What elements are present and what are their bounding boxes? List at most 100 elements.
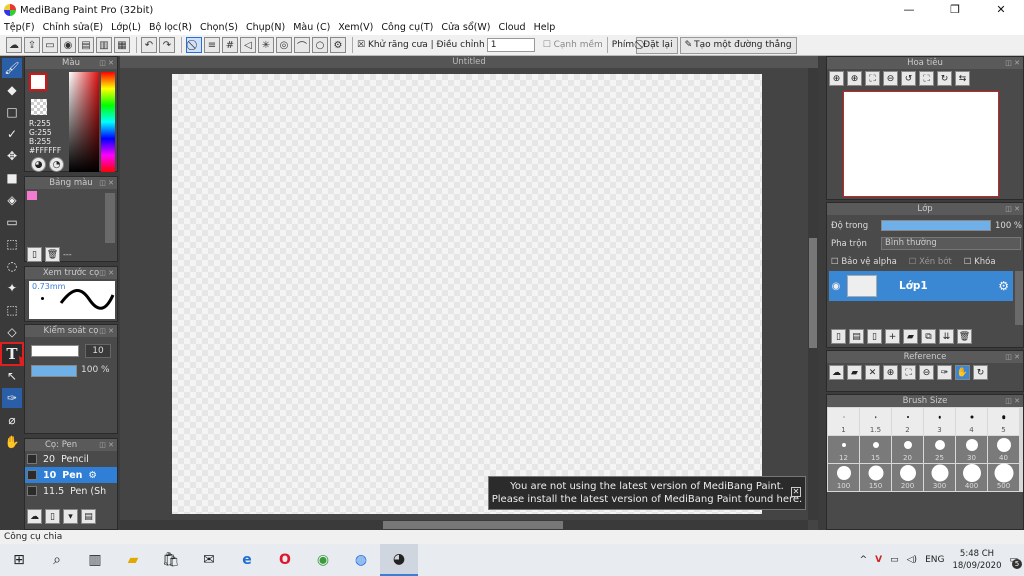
notification-icon[interactable]: ▭5 <box>1009 555 1022 569</box>
eyedropper-tool-icon[interactable]: ⌀ <box>2 410 22 430</box>
dot-tool-icon[interactable]: ✓ <box>2 124 22 144</box>
protect-alpha-checkbox[interactable]: ☐ Bảo vệ alpha <box>831 257 897 267</box>
antialias-checkbox[interactable]: ☒ <box>357 40 368 50</box>
lasso-tool-icon[interactable]: ◌ <box>2 256 22 276</box>
magic-wand-tool-icon[interactable]: ✦ <box>2 278 22 298</box>
page-icon[interactable]: ▤ <box>78 37 94 53</box>
brush-list-item-selected[interactable]: 10 Pen ⚙ <box>25 467 117 483</box>
menu-color[interactable]: Màu (C) <box>289 22 334 33</box>
brush-size-cell[interactable]: 12 <box>828 436 859 463</box>
grid-icon[interactable]: ▦ <box>114 37 130 53</box>
settings-gear-icon[interactable]: ⚙ <box>330 37 346 53</box>
snap-vanishing-icon[interactable]: ◁ <box>240 37 256 53</box>
clipping-checkbox[interactable]: ☐ Xén bớt <box>909 257 952 267</box>
new-halftone-layer-icon[interactable]: ▤ <box>849 329 864 344</box>
brush-size-slider[interactable] <box>31 345 79 357</box>
reference-open-icon[interactable]: ▰ <box>847 365 862 380</box>
color-swap-icon[interactable]: ◔ <box>49 157 64 172</box>
brush-size-cell[interactable]: 2 <box>892 408 923 435</box>
snap-ellipse-icon[interactable]: ○ <box>312 37 328 53</box>
lock-checkbox[interactable]: ☐ Khóa <box>964 257 996 267</box>
update-notice[interactable]: You are not using the latest version of … <box>488 476 806 510</box>
menu-edit[interactable]: Chỉnh sửa(E) <box>39 22 108 33</box>
brush-size-cell[interactable]: 3 <box>924 408 955 435</box>
select-tool-icon[interactable]: ⬚ <box>2 234 22 254</box>
brush-size-cell[interactable]: 4 <box>956 408 987 435</box>
speech-icon[interactable]: ◉ <box>60 37 76 53</box>
store-icon[interactable]: 🛍 <box>152 544 190 576</box>
brush-page-icon[interactable]: ▤ <box>81 509 96 524</box>
brush-size-cell[interactable]: 5 <box>988 408 1019 435</box>
undo-icon[interactable]: ↶ <box>141 37 157 53</box>
eraser-tool-icon[interactable]: ◆ <box>2 80 22 100</box>
menu-window[interactable]: Cửa sổ(W) <box>437 22 494 33</box>
transparent-color-swatch[interactable] <box>31 99 47 115</box>
close-button[interactable]: ✕ <box>978 0 1024 20</box>
opera-icon[interactable]: O <box>266 544 304 576</box>
new-1bit-layer-icon[interactable]: ▯ <box>867 329 882 344</box>
menu-layer[interactable]: Lớp(L) <box>107 22 145 33</box>
color-gradient-picker[interactable] <box>69 72 99 172</box>
snap-curve-icon[interactable]: ⌒ <box>294 37 310 53</box>
zoom-out-icon[interactable]: ⊖ <box>883 71 898 86</box>
language-indicator[interactable]: ENG <box>925 555 944 565</box>
rotate-left-icon[interactable]: ↺ <box>901 71 916 86</box>
straight-line-button[interactable]: ✎ Tạo một đường thẳng <box>679 36 797 54</box>
cloud-icon[interactable]: ☁ <box>6 37 22 53</box>
search-icon[interactable]: ⌕ <box>38 544 76 576</box>
brush-tool-icon[interactable]: 🖌 <box>2 58 22 78</box>
merge-layer-icon[interactable]: ⇊ <box>939 329 954 344</box>
delete-palette-icon[interactable]: 🗑 <box>45 247 60 262</box>
snap-off-icon[interactable]: ⃠ <box>186 37 202 53</box>
comment-icon[interactable]: ▭ <box>42 37 58 53</box>
reference-zoom-out-icon[interactable]: ⊖ <box>919 365 934 380</box>
brush-opacity-slider[interactable] <box>31 365 77 377</box>
add-palette-icon[interactable]: ▯ <box>27 247 42 262</box>
move-tool-icon[interactable]: ✥ <box>2 146 22 166</box>
palette-scrollbar[interactable] <box>105 193 115 243</box>
network-icon[interactable]: ▭ <box>890 555 899 565</box>
delete-layer-icon[interactable]: 🗑 <box>957 329 972 344</box>
add-brush-icon[interactable]: ▯ <box>45 509 60 524</box>
blend-mode-select[interactable]: Bình thường <box>881 237 1021 250</box>
brush-gear-icon[interactable]: ⚙ <box>88 470 97 481</box>
zoom-in-icon[interactable]: ⊕ <box>829 71 844 86</box>
vivaldi-tray-icon[interactable]: V <box>875 555 882 565</box>
layer-gear-icon[interactable]: ⚙ <box>998 279 1009 293</box>
brush-size-cell[interactable]: 1 <box>828 408 859 435</box>
reference-zoom-in-icon[interactable]: ⊕ <box>883 365 898 380</box>
windows-start-icon[interactable]: ⊞ <box>0 544 38 576</box>
menu-cloud[interactable]: Cloud <box>494 22 529 33</box>
gradient-tool-icon[interactable]: ▭ <box>2 212 22 232</box>
brush-list-item[interactable]: 11.5 Pen (Sh <box>25 483 117 499</box>
navigator-preview[interactable] <box>843 91 999 197</box>
brush-size-cell[interactable]: 15 <box>860 436 891 463</box>
rotate-right-icon[interactable]: ↻ <box>937 71 952 86</box>
new-layer-icon[interactable]: ▯ <box>831 329 846 344</box>
reset-view-icon[interactable]: ⛶ <box>919 71 934 86</box>
brush-size-cell[interactable]: 400 <box>956 464 987 491</box>
reference-hand-icon[interactable]: ✋ <box>955 365 970 380</box>
fill-rect-tool-icon[interactable]: ■ <box>2 168 22 188</box>
adjust-select[interactable]: 1 <box>486 38 535 52</box>
brush-size-cell[interactable]: 40 <box>988 436 1019 463</box>
brush-size-value[interactable]: 10 <box>85 344 111 358</box>
export-icon[interactable]: ⇪ <box>24 37 40 53</box>
layer-opacity-slider[interactable] <box>881 220 991 231</box>
reference-eyedropper-icon[interactable]: ✑ <box>937 365 952 380</box>
snap-radial-icon[interactable]: ✳ <box>258 37 274 53</box>
hand-tool-icon[interactable]: ✋ <box>2 432 22 452</box>
layer-scrollbar[interactable] <box>1015 271 1023 325</box>
color-wheel-icon[interactable]: ◕ <box>31 157 46 172</box>
reset-button[interactable]: ⃠Đặt lại <box>636 36 678 54</box>
cloud-brush-icon[interactable]: ☁ <box>27 509 42 524</box>
menu-tools[interactable]: Công cụ(T) <box>377 22 437 33</box>
file-explorer-icon[interactable]: ▰ <box>114 544 152 576</box>
task-view-icon[interactable]: ▥ <box>76 544 114 576</box>
brush-size-cell[interactable]: 500 <box>988 463 1019 491</box>
menu-help[interactable]: Help <box>530 22 560 33</box>
volume-icon[interactable]: ◁) <box>907 555 917 565</box>
menu-filter[interactable]: Bộ lọc(R) <box>145 22 196 33</box>
close-notice-icon[interactable]: ✕ <box>791 487 801 497</box>
fit-icon[interactable]: ⛶ <box>865 71 880 86</box>
